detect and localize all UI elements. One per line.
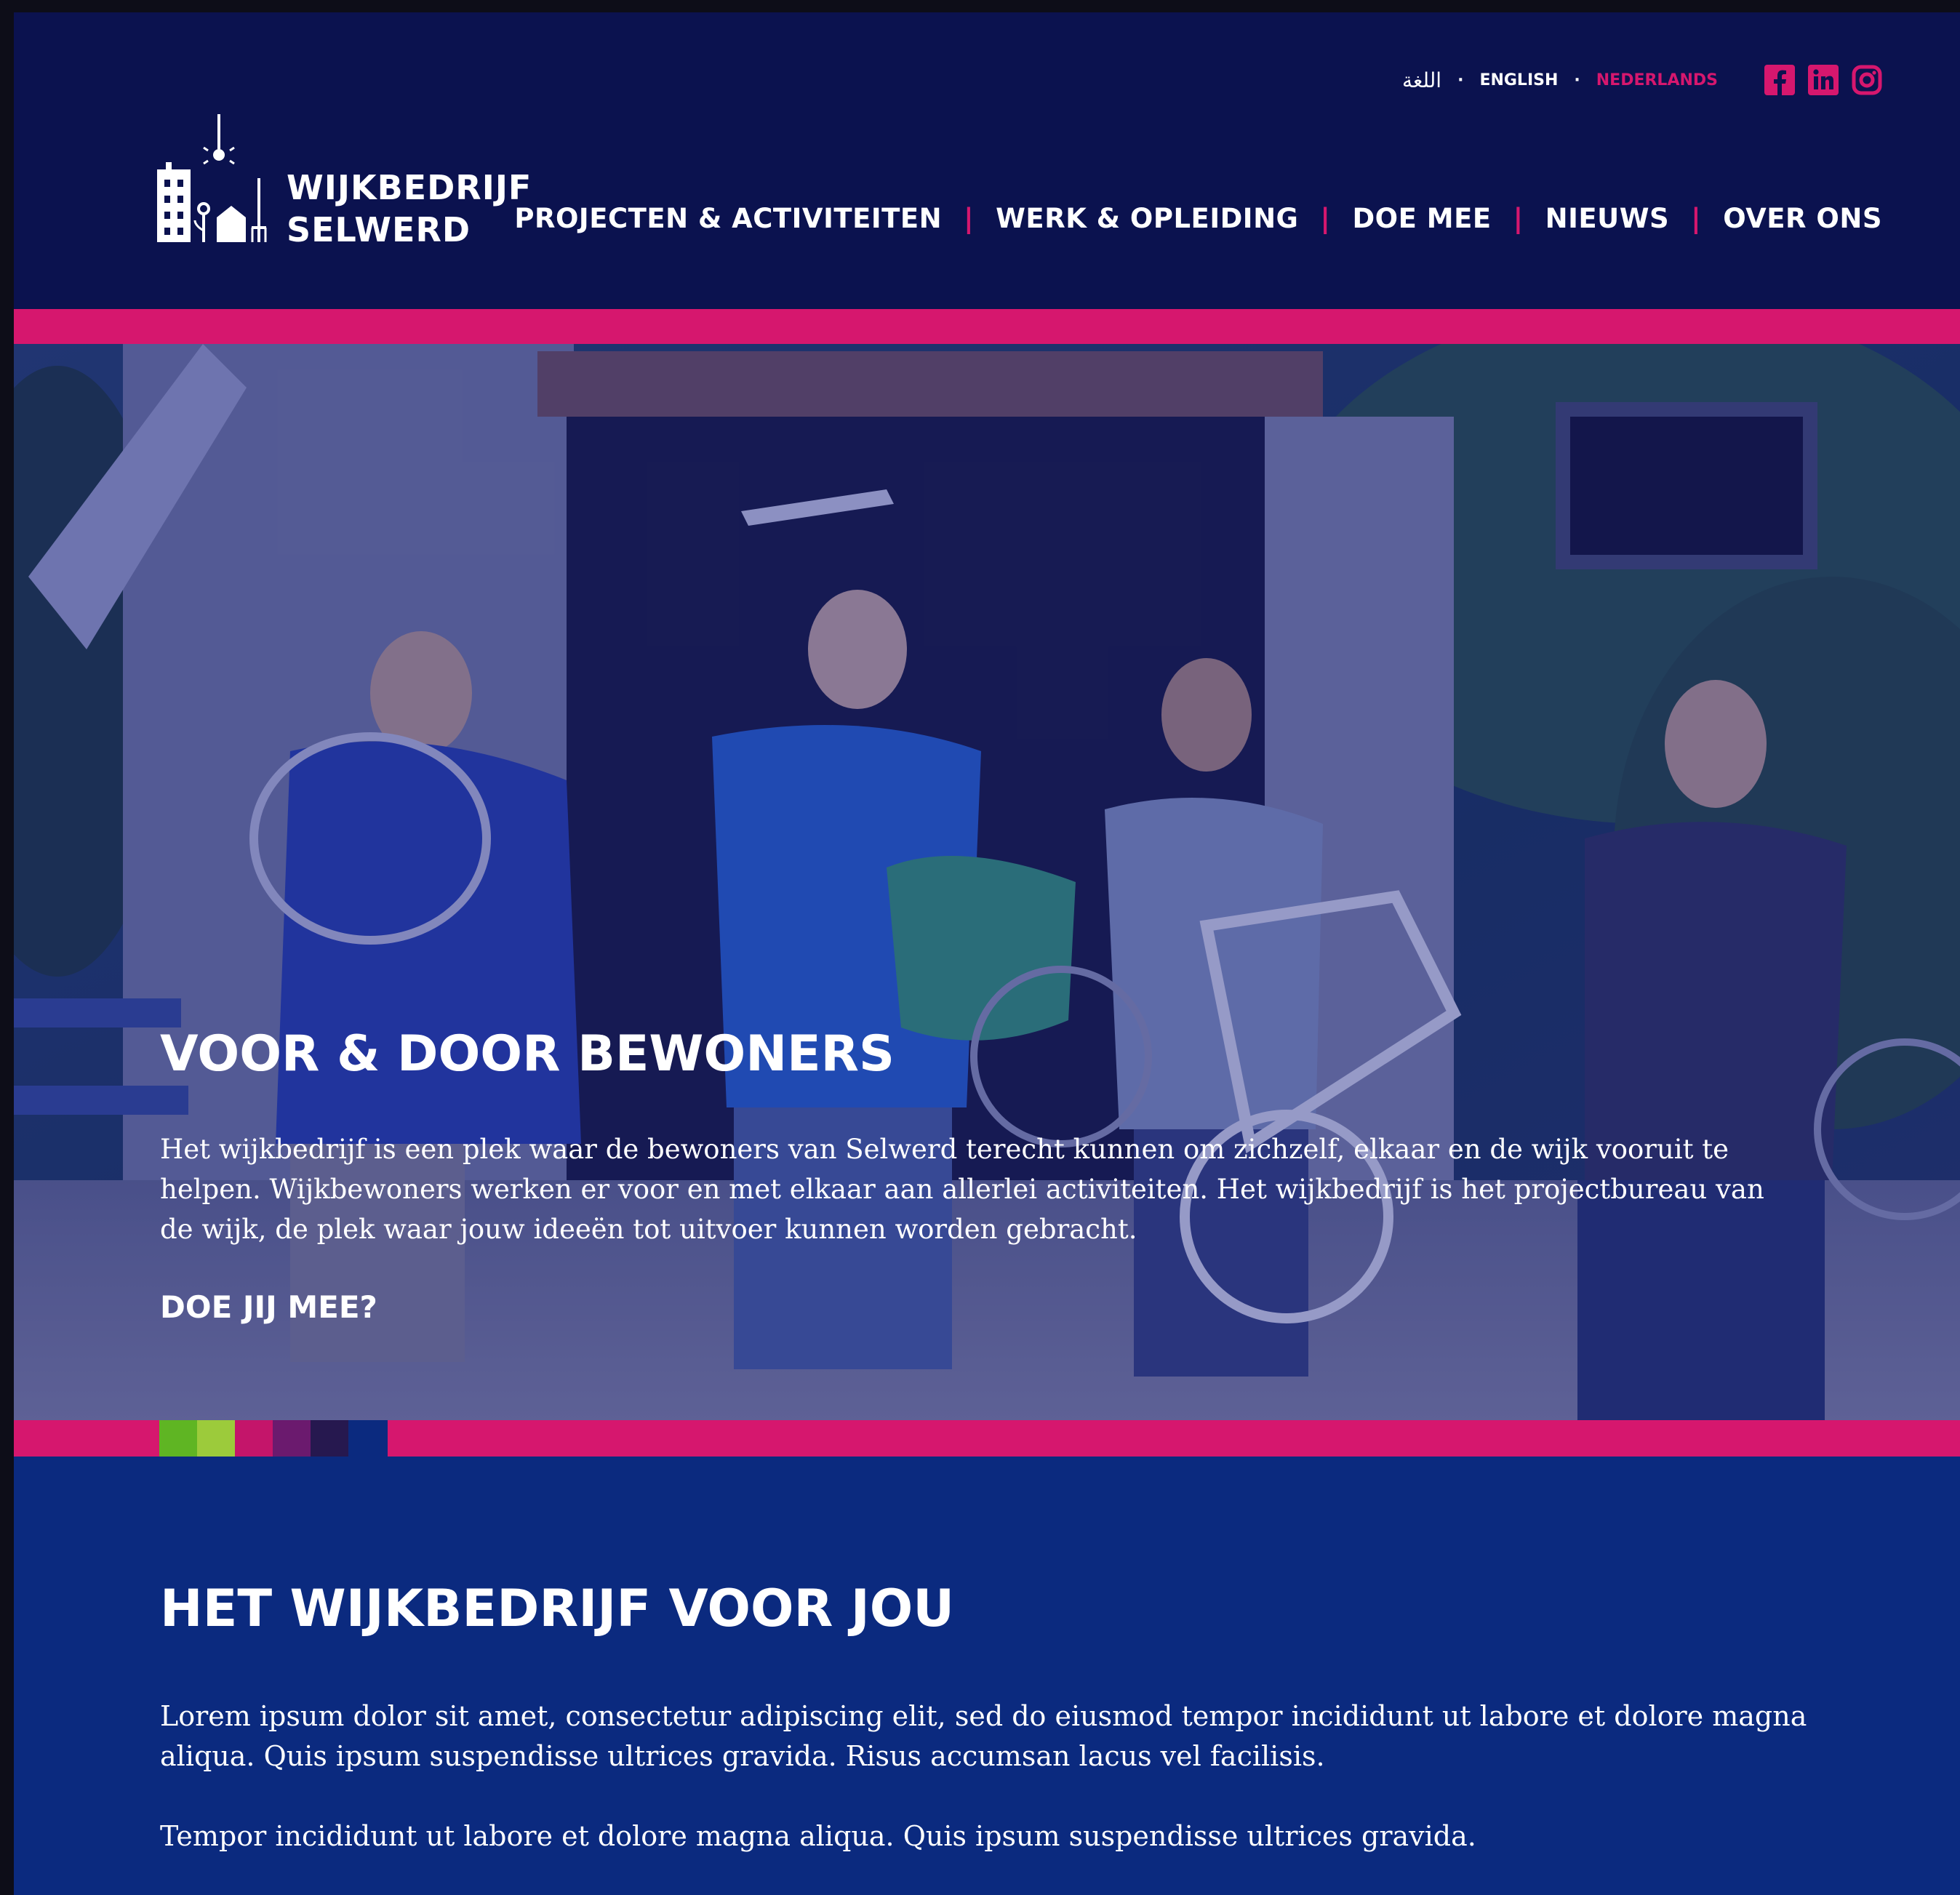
site-logo[interactable]: WIJKBEDRIJF SELWERD [150, 100, 531, 252]
instagram-icon[interactable] [1852, 65, 1882, 95]
section-paragraph-2: Tempor incididunt ut labore et dolore ma… [160, 1820, 1476, 1852]
main-nav: PROJECTEN & ACTIVITEITEN | WERK & OPLEID… [514, 203, 1882, 234]
page-frame: اللغة · ENGLISH · NEDERLANDS WIJKBEDRIJF… [14, 12, 1960, 1895]
header-accent-bar [14, 309, 1960, 344]
swatch-purple [273, 1420, 311, 1457]
section-title: HET WIJKBEDRIJF VOOR JOU [160, 1579, 955, 1638]
nav-item-nieuws[interactable]: NIEUWS [1545, 203, 1670, 234]
hero-overlay [14, 344, 1960, 1420]
nav-item-doe-mee[interactable]: DOE MEE [1352, 203, 1491, 234]
hero-banner: VOOR & DOOR BEWONERS Het wijkbedrijf is … [14, 344, 1960, 1420]
swatch-lime [197, 1420, 235, 1457]
swatch-blue [348, 1420, 388, 1457]
nav-item-projecten[interactable]: PROJECTEN & ACTIVITEITEN [514, 203, 942, 234]
linkedin-icon[interactable] [1808, 65, 1839, 95]
hero-title: VOOR & DOOR BEWONERS [160, 1025, 895, 1083]
nav-item-over-ons[interactable]: OVER ONS [1723, 203, 1882, 234]
social-links [1764, 65, 1882, 95]
logo-wordmark: WIJKBEDRIJF SELWERD [287, 167, 532, 251]
color-strip [14, 1420, 1960, 1457]
swatch-magenta [235, 1420, 273, 1457]
language-separator: · [1457, 71, 1464, 89]
logo-line-1: WIJKBEDRIJF [287, 168, 532, 207]
hero-description: Het wijkbedrijf is een plek waar de bewo… [160, 1134, 1764, 1245]
swatch-green [159, 1420, 197, 1457]
city-logo-icon [157, 114, 267, 242]
language-arabic-link[interactable]: اللغة [1402, 68, 1441, 92]
language-bar: اللغة · ENGLISH · NEDERLANDS [1402, 56, 1882, 104]
logo-line-2: SELWERD [287, 210, 471, 249]
language-separator: · [1574, 71, 1580, 89]
intro-section: HET WIJKBEDRIJF VOOR JOU Lorem ipsum dol… [14, 1457, 1960, 1895]
nav-separator: | [1513, 203, 1524, 234]
facebook-icon[interactable] [1764, 65, 1795, 95]
language-nederlands-link[interactable]: NEDERLANDS [1596, 71, 1718, 89]
nav-separator: | [1691, 203, 1702, 234]
nav-item-werk[interactable]: WERK & OPLEIDING [996, 203, 1298, 234]
section-paragraph-1: Lorem ipsum dolor sit amet, consectetur … [160, 1700, 1807, 1772]
language-english-link[interactable]: ENGLISH [1479, 71, 1558, 89]
nav-separator: | [1320, 203, 1331, 234]
nav-separator: | [964, 203, 975, 234]
hero-cta-link[interactable]: DOE JIJ MEE? [160, 1289, 377, 1325]
swatch-indigo [311, 1420, 348, 1457]
site-header: اللغة · ENGLISH · NEDERLANDS WIJKBEDRIJF… [14, 12, 1960, 309]
